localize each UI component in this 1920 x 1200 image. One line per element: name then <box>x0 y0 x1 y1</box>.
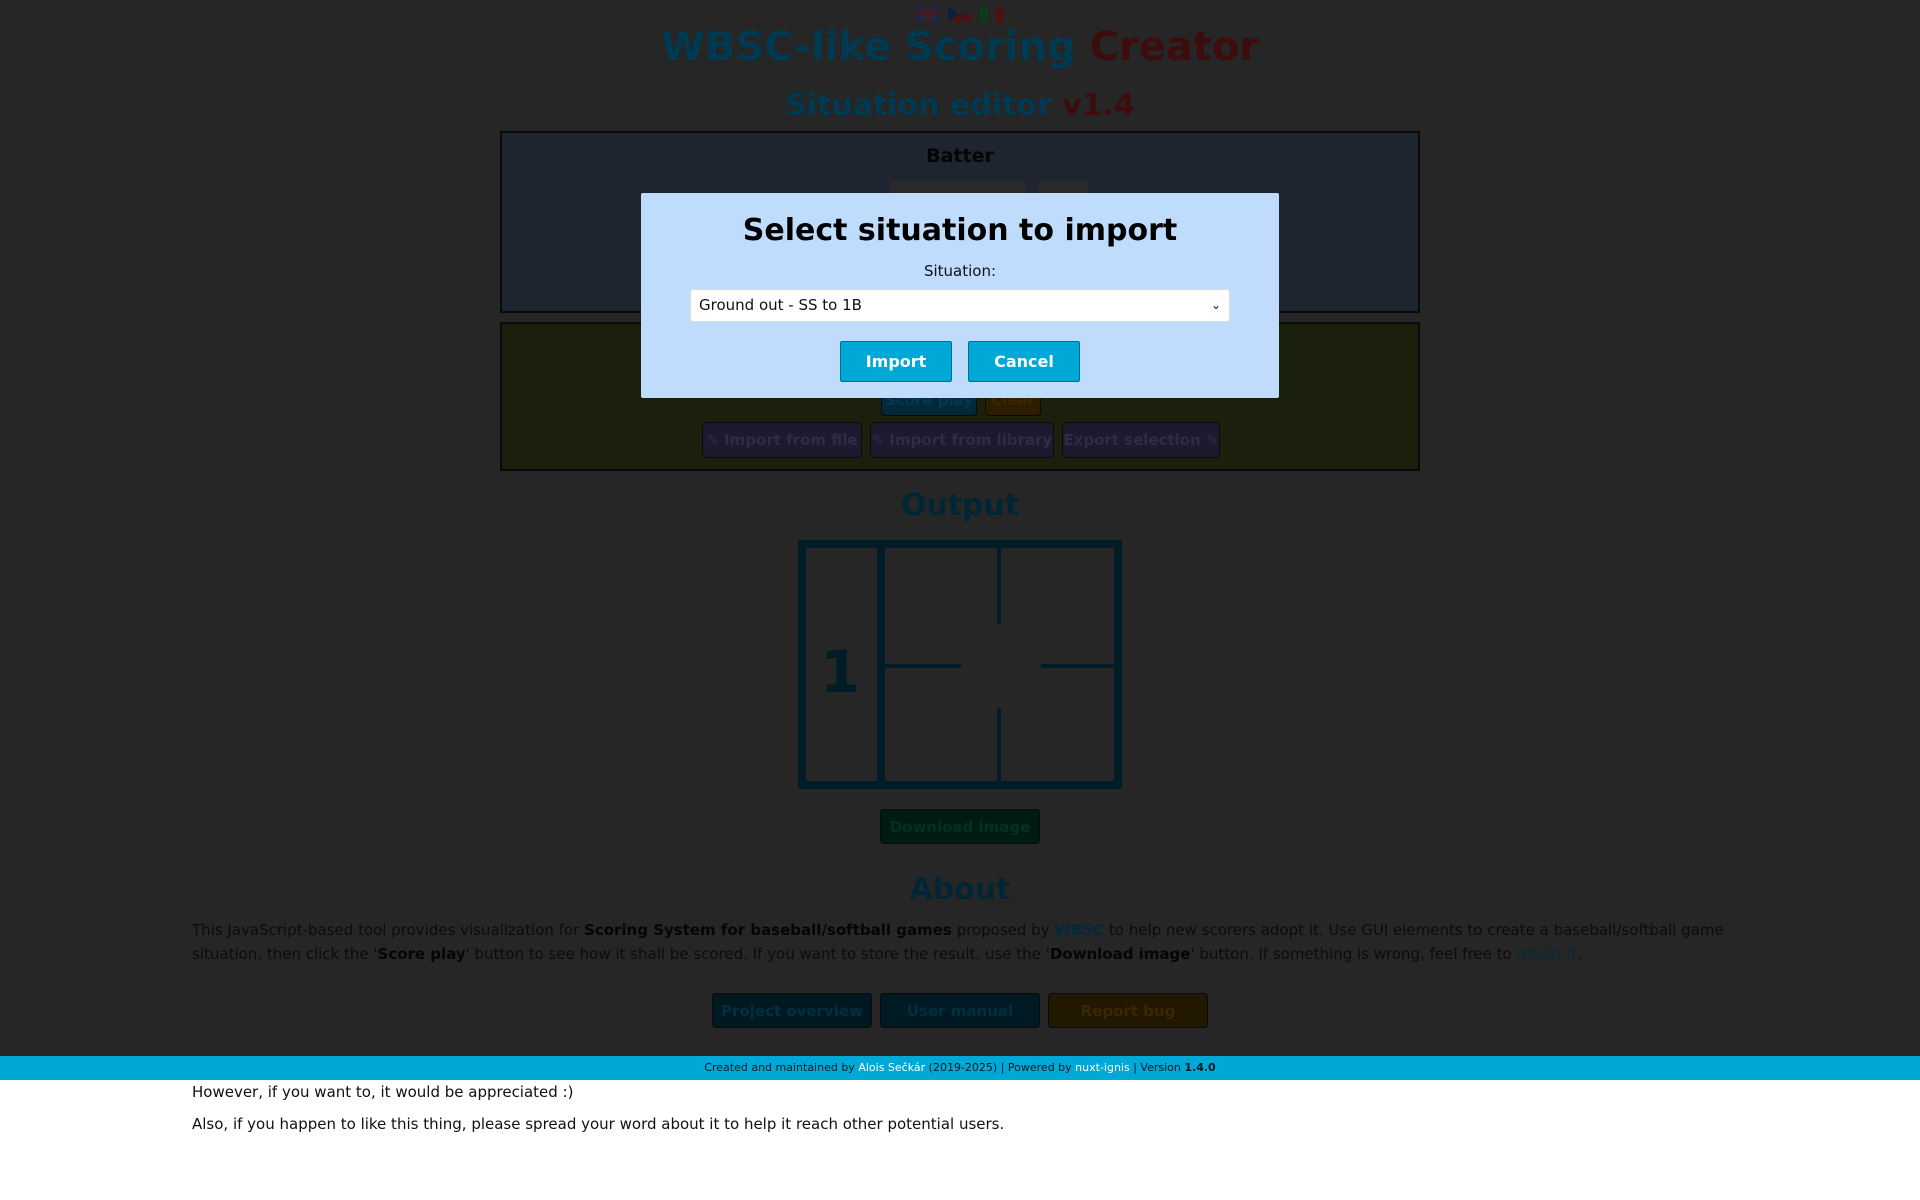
import-button[interactable]: Import <box>840 341 952 382</box>
wbsc-link[interactable]: WBSC <box>1054 921 1104 939</box>
project-overview-button[interactable]: Project overview <box>712 993 872 1028</box>
footer: Created and maintained by Alois Sečkár (… <box>0 1056 1920 1080</box>
extra-line-1: However, if you want to, it would be app… <box>192 1083 574 1101</box>
output-heading: Output <box>900 488 1020 523</box>
import-situation-dialog: Select situation to import Situation: Gr… <box>641 193 1279 398</box>
chevron-down-icon: ⌄ <box>1210 298 1221 312</box>
situation-select[interactable]: Ground out - SS to 1B ⌄ <box>690 289 1230 322</box>
app-title: WBSC-like Scoring Creator <box>0 24 1920 70</box>
batter-heading: Batter <box>926 145 994 167</box>
uk-flag-icon[interactable] <box>916 6 940 22</box>
subtitle-version: v1.4 <box>1062 88 1135 123</box>
it-flag-icon[interactable] <box>980 6 1004 22</box>
download-image-button[interactable]: Download image <box>880 809 1040 844</box>
scoring-box: 1 <box>798 540 1122 789</box>
title-main: WBSC-like Scoring <box>660 24 1090 70</box>
extra-line-2: Also, if you happen to like this thing, … <box>192 1115 1005 1133</box>
import-from-file-button[interactable]: ✎ Import from file <box>702 422 862 458</box>
page-subtitle: Situation editor v1.4 <box>0 88 1920 123</box>
subtitle-main: Situation editor <box>785 88 1063 123</box>
cz-flag-icon[interactable] <box>948 6 972 22</box>
about-heading: About <box>909 872 1011 907</box>
language-switcher <box>916 6 1004 22</box>
cancel-button[interactable]: Cancel <box>968 341 1080 382</box>
version: 1.4.0 <box>1184 1061 1216 1074</box>
dialog-title: Select situation to import <box>742 213 1178 248</box>
user-manual-button[interactable]: User manual <box>880 993 1040 1028</box>
situation-label: Situation: <box>923 262 997 280</box>
author-link[interactable]: Alois Sečkár <box>858 1061 925 1074</box>
selected-situation: Ground out - SS to 1B <box>699 296 862 314</box>
import-from-library-button[interactable]: ✎ Import from library <box>870 422 1054 458</box>
report-bug-button[interactable]: Report bug <box>1048 993 1208 1028</box>
powered-link[interactable]: nuxt-ignis <box>1075 1061 1130 1074</box>
batter-number: 1 <box>820 638 861 706</box>
about-text: This JavaScript-based tool provides visu… <box>192 921 1724 963</box>
export-selection-button[interactable]: Export selection ✎ <box>1062 422 1220 458</box>
title-accent: Creator <box>1089 24 1260 70</box>
report-link[interactable]: report it <box>1516 945 1577 963</box>
